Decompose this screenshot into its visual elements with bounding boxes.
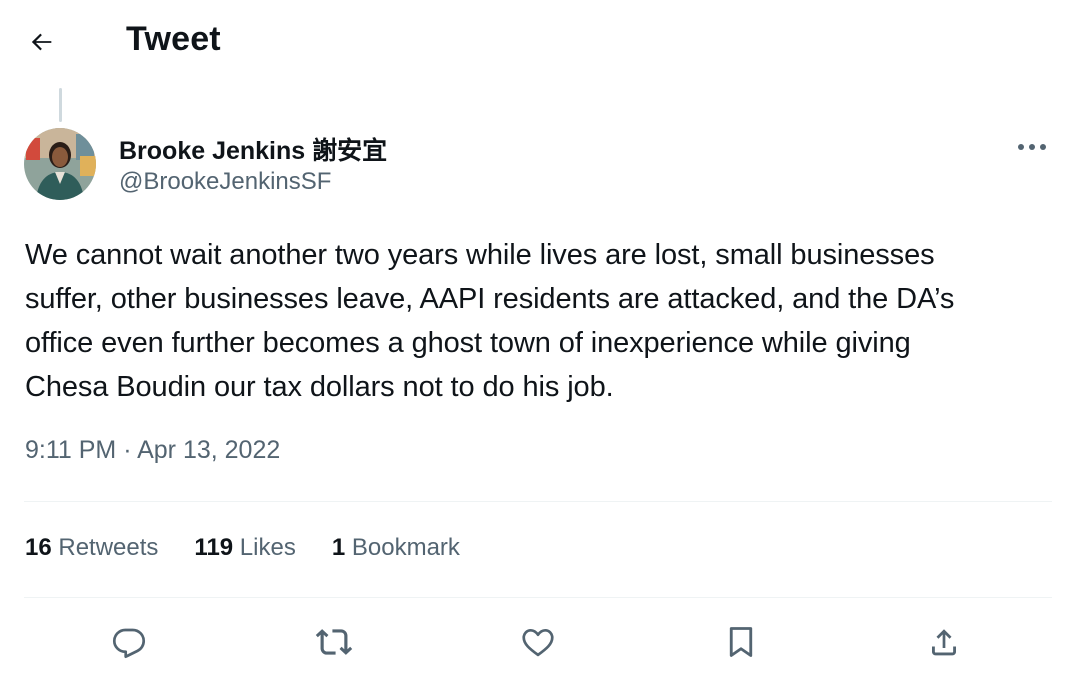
avatar[interactable] (24, 128, 96, 200)
likes-label: Likes (233, 534, 296, 561)
retweets-stat[interactable]: 16 Retweets (25, 534, 158, 562)
reply-icon (112, 628, 146, 659)
arrow-left-icon (31, 33, 52, 51)
bookmarks-stat[interactable]: 1 Bookmark (332, 534, 460, 562)
divider (24, 501, 1052, 502)
author-handle[interactable]: @BrookeJenkinsSF (119, 168, 331, 196)
author-name[interactable]: Brooke Jenkins 謝安宜 (119, 131, 387, 167)
retweets-count: 16 (25, 534, 52, 561)
profile-photo (24, 128, 96, 200)
retweet-icon (315, 629, 353, 655)
thread-connector-line (59, 88, 62, 122)
tweet-action-bar (0, 612, 1080, 672)
timestamp-separator: · (116, 436, 138, 464)
more-options-button[interactable] (1010, 132, 1054, 162)
bookmark-button[interactable] (719, 620, 763, 664)
tweet-timestamp: 9:11 PM · Apr 13, 2022 (25, 436, 280, 465)
share-button[interactable] (922, 620, 966, 664)
bookmark-icon (729, 627, 753, 657)
tweet-date[interactable]: Apr 13, 2022 (137, 436, 280, 464)
page-title: Tweet (126, 20, 221, 58)
more-options-icon (1018, 144, 1046, 150)
retweet-button[interactable] (312, 620, 356, 664)
like-icon (522, 628, 554, 657)
tweet-header: Tweet (0, 0, 1080, 84)
engagement-stats: 16 Retweets 119 Likes 1 Bookmark (25, 534, 496, 562)
bookmarks-count: 1 (331, 534, 346, 561)
tweet-text: We cannot wait another two years while l… (25, 239, 955, 403)
likes-count: 119 (194, 534, 234, 561)
retweets-label: Retweets (51, 534, 159, 561)
reply-button[interactable] (107, 620, 151, 664)
likes-stat[interactable]: 119 Likes (194, 534, 295, 562)
like-button[interactable] (516, 620, 560, 664)
share-icon (932, 629, 956, 656)
bookmarks-label: Bookmark (345, 534, 460, 561)
back-button[interactable] (22, 22, 62, 62)
tweet-time[interactable]: 9:11 PM (25, 436, 116, 464)
divider (24, 597, 1052, 598)
